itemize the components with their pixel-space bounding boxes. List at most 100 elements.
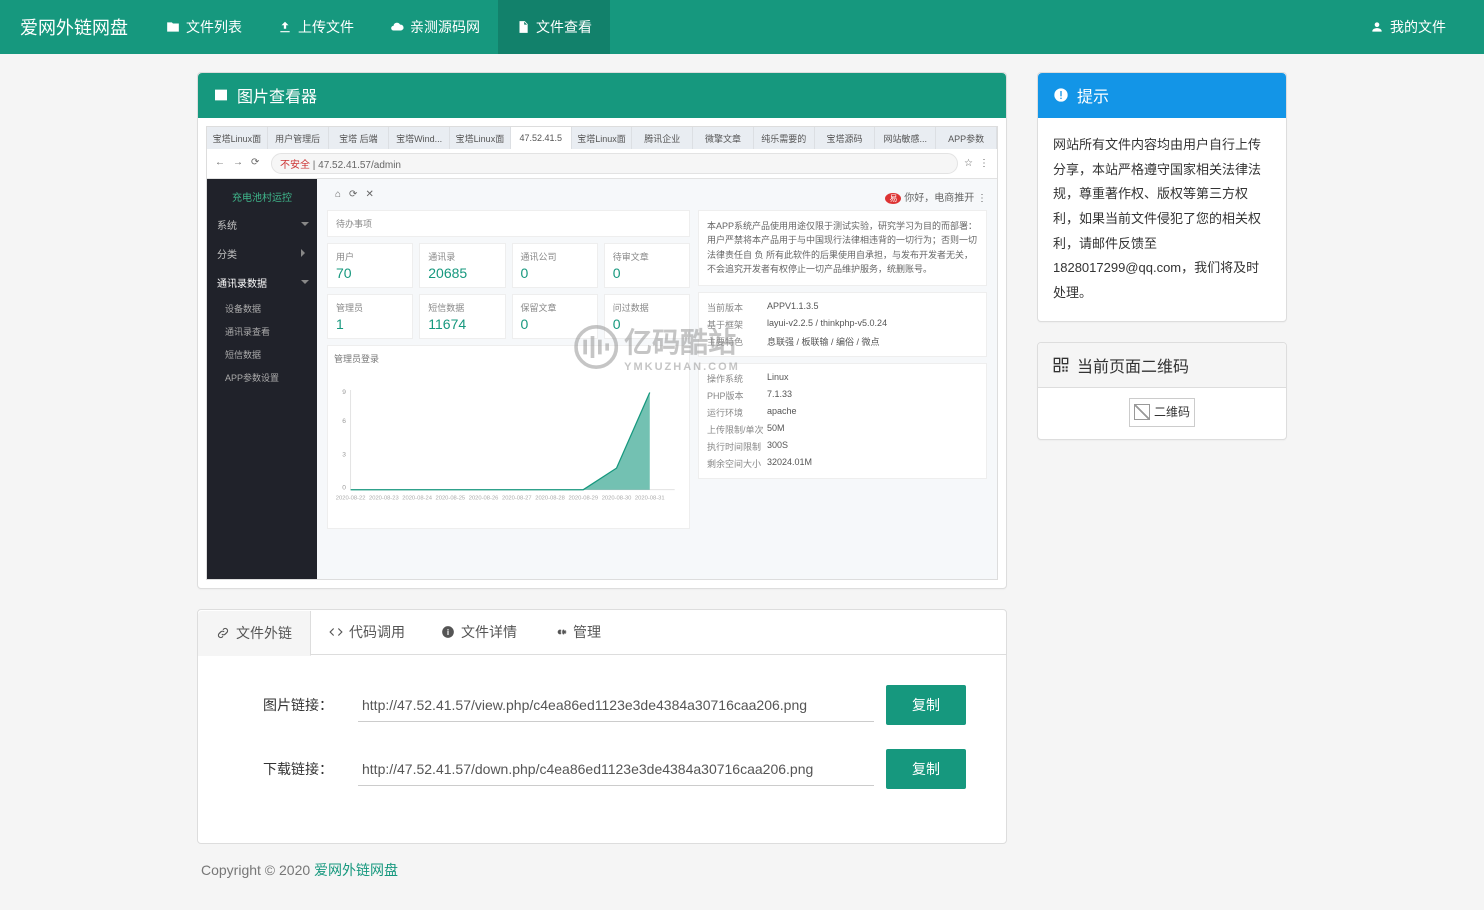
nav-fileview-label: 文件查看 bbox=[536, 17, 592, 37]
code-icon bbox=[329, 625, 343, 639]
file-icon bbox=[516, 20, 530, 34]
browser-tab: 宝塔Wind... bbox=[389, 127, 450, 149]
dash-area: ⌂⟳✕ 易 你好，电商推开 ⋮ 待办事项 用户70 通讯录20685 bbox=[317, 179, 997, 579]
gear-icon bbox=[553, 625, 567, 639]
image-link-label: 图片链接： bbox=[238, 695, 358, 715]
nav-upload-label: 上传文件 bbox=[298, 17, 354, 37]
svg-text:6: 6 bbox=[342, 418, 346, 425]
viewer-title: 图片查看器 bbox=[237, 83, 317, 107]
browser-tab: 腾讯企业 bbox=[632, 127, 693, 149]
nav-fileview[interactable]: 文件查看 bbox=[498, 0, 610, 54]
svg-text:2020-08-23: 2020-08-23 bbox=[369, 496, 399, 502]
nav-myfiles-label: 我的文件 bbox=[1390, 17, 1446, 37]
version-info: 当前版本APPV1.1.3.5 基于框架layui-v2.2.5 / think… bbox=[698, 292, 987, 357]
tips-body: 网站所有文件内容均由用户自行上传分享，本站严格遵守国家相关法律法规，尊重著作权、… bbox=[1038, 118, 1286, 321]
cloud-icon bbox=[390, 20, 404, 34]
dash-mi-contacts: 通讯录数据 bbox=[207, 268, 317, 297]
footer-copyright: Copyright © 2020 bbox=[201, 862, 314, 878]
qr-body: 二维码 bbox=[1038, 388, 1286, 439]
browser-tab: 用户管理后 bbox=[268, 127, 329, 149]
tab-details[interactable]: i 文件详情 bbox=[423, 610, 535, 654]
nav-source-label: 亲测源码网 bbox=[410, 17, 480, 37]
tips-panel: 提示 网站所有文件内容均由用户自行上传分享，本站严格遵守国家相关法律法规，尊重著… bbox=[1037, 72, 1287, 322]
dash-mi-system: 系统 bbox=[207, 210, 317, 239]
svg-text:2020-08-31: 2020-08-31 bbox=[635, 496, 665, 502]
tips-title: 提示 bbox=[1077, 83, 1109, 107]
svg-text:0: 0 bbox=[342, 485, 346, 492]
nav-right: 我的文件 bbox=[1352, 0, 1464, 54]
tab-label: 管理 bbox=[573, 622, 601, 642]
svg-text:2020-08-29: 2020-08-29 bbox=[568, 496, 598, 502]
qr-image-broken: 二维码 bbox=[1129, 398, 1195, 427]
download-link-input[interactable] bbox=[358, 753, 874, 786]
browser-tab: 网站敏感... bbox=[875, 127, 936, 149]
dash-user: 你好，电商推开 bbox=[904, 193, 974, 204]
tab-manage[interactable]: 管理 bbox=[535, 610, 619, 654]
folder-icon bbox=[166, 20, 180, 34]
address-bar: ←→⟳ 不安全 | 47.52.41.57/admin ☆⋮ bbox=[207, 149, 997, 178]
copy-download-link-button[interactable]: 复制 bbox=[886, 749, 966, 789]
copy-image-link-button[interactable]: 复制 bbox=[886, 685, 966, 725]
url-security: 不安全 bbox=[280, 160, 310, 171]
link-icon bbox=[216, 626, 230, 640]
viewer-heading: 图片查看器 bbox=[198, 73, 1006, 118]
tab-code[interactable]: 代码调用 bbox=[311, 610, 423, 654]
footer-link[interactable]: 爱网外链网盘 bbox=[314, 862, 398, 878]
stat-card: 问过数据0 bbox=[604, 294, 690, 339]
screenshot: 宝塔Linux面 用户管理后 宝塔 后端 宝塔Wind... 宝塔Linux面 … bbox=[206, 126, 998, 580]
nav-file-list-label: 文件列表 bbox=[186, 17, 242, 37]
image-icon bbox=[213, 87, 229, 103]
svg-text:2020-08-22: 2020-08-22 bbox=[336, 496, 366, 502]
dash-mi-category: 分类 bbox=[207, 239, 317, 268]
svg-text:2020-08-28: 2020-08-28 bbox=[535, 496, 565, 502]
stat-card: 通讯录20685 bbox=[419, 243, 505, 288]
svg-text:2020-08-25: 2020-08-25 bbox=[436, 496, 466, 502]
browser-tab: 宝塔Linux面 bbox=[572, 127, 633, 149]
download-link-row: 下载链接： 复制 bbox=[238, 749, 966, 789]
browser-tab: 纯乐需要的 bbox=[754, 127, 815, 149]
info-icon: i bbox=[441, 625, 455, 639]
tips-heading: 提示 bbox=[1038, 73, 1286, 118]
image-link-input[interactable] bbox=[358, 689, 874, 722]
tab-nav: 文件外链 代码调用 i 文件详情 管理 bbox=[198, 610, 1006, 655]
dash-sub: 短信数据 bbox=[207, 343, 317, 366]
stat-card: 通讯公司0 bbox=[512, 243, 598, 288]
browser-tabs: 宝塔Linux面 用户管理后 宝塔 后端 宝塔Wind... 宝塔Linux面 … bbox=[207, 127, 997, 149]
image-link-row: 图片链接： 复制 bbox=[238, 685, 966, 725]
browser-tab: 宝塔Linux面 bbox=[207, 127, 268, 149]
tab-label: 代码调用 bbox=[349, 622, 405, 642]
svg-text:2020-08-27: 2020-08-27 bbox=[502, 496, 532, 502]
tabs-panel: 文件外链 代码调用 i 文件详情 管理 bbox=[197, 609, 1007, 844]
stat-card: 待审文章0 bbox=[604, 243, 690, 288]
footer: Copyright © 2020 爱网外链网盘 bbox=[197, 860, 1287, 880]
stat-card: 用户70 bbox=[327, 243, 413, 288]
url-text: 47.52.41.57/admin bbox=[318, 160, 401, 171]
browser-tab: 宝塔 后端 bbox=[329, 127, 390, 149]
svg-text:9: 9 bbox=[342, 389, 346, 396]
nav-file-list[interactable]: 文件列表 bbox=[148, 0, 260, 54]
image-content: 宝塔Linux面 用户管理后 宝塔 后端 宝塔Wind... 宝塔Linux面 … bbox=[198, 118, 1006, 588]
qr-heading: 当前页面二维码 bbox=[1038, 343, 1286, 388]
brand: 爱网外链网盘 bbox=[20, 14, 128, 40]
exclamation-icon bbox=[1053, 87, 1069, 103]
browser-tab: 微擎文章 bbox=[693, 127, 754, 149]
nav-source[interactable]: 亲测源码网 bbox=[372, 0, 498, 54]
dash-logo: 充电池村运控 bbox=[207, 185, 317, 210]
svg-text:2020-08-26: 2020-08-26 bbox=[469, 496, 499, 502]
user-icon bbox=[1370, 20, 1384, 34]
stat-card: 保留文章0 bbox=[512, 294, 598, 339]
download-link-label: 下载链接： bbox=[238, 759, 358, 779]
stat-card: 短信数据11674 bbox=[419, 294, 505, 339]
sys-info: 操作系统Linux PHP版本7.1.33 运行环境apache 上传限制/单次… bbox=[698, 363, 987, 479]
browser-tab: 宝塔Linux面 bbox=[450, 127, 511, 149]
nav-upload[interactable]: 上传文件 bbox=[260, 0, 372, 54]
svg-text:2020-08-30: 2020-08-30 bbox=[602, 496, 632, 502]
browser-tab: 宝塔源码 bbox=[815, 127, 876, 149]
viewer-panel: 图片查看器 宝塔Linux面 用户管理后 宝塔 后端 宝塔Wind... 宝塔L… bbox=[197, 72, 1007, 589]
pending-card: 待办事项 bbox=[327, 210, 690, 237]
chart-title: 管理员登录 bbox=[334, 352, 683, 365]
tab-external-link[interactable]: 文件外链 bbox=[198, 611, 311, 656]
nav-myfiles[interactable]: 我的文件 bbox=[1352, 0, 1464, 54]
dash-sidebar: 充电池村运控 系统 分类 通讯录数据 设备数据 通讯录查看 短信数据 APP参数… bbox=[207, 179, 317, 579]
svg-text:2020-08-24: 2020-08-24 bbox=[402, 496, 432, 502]
